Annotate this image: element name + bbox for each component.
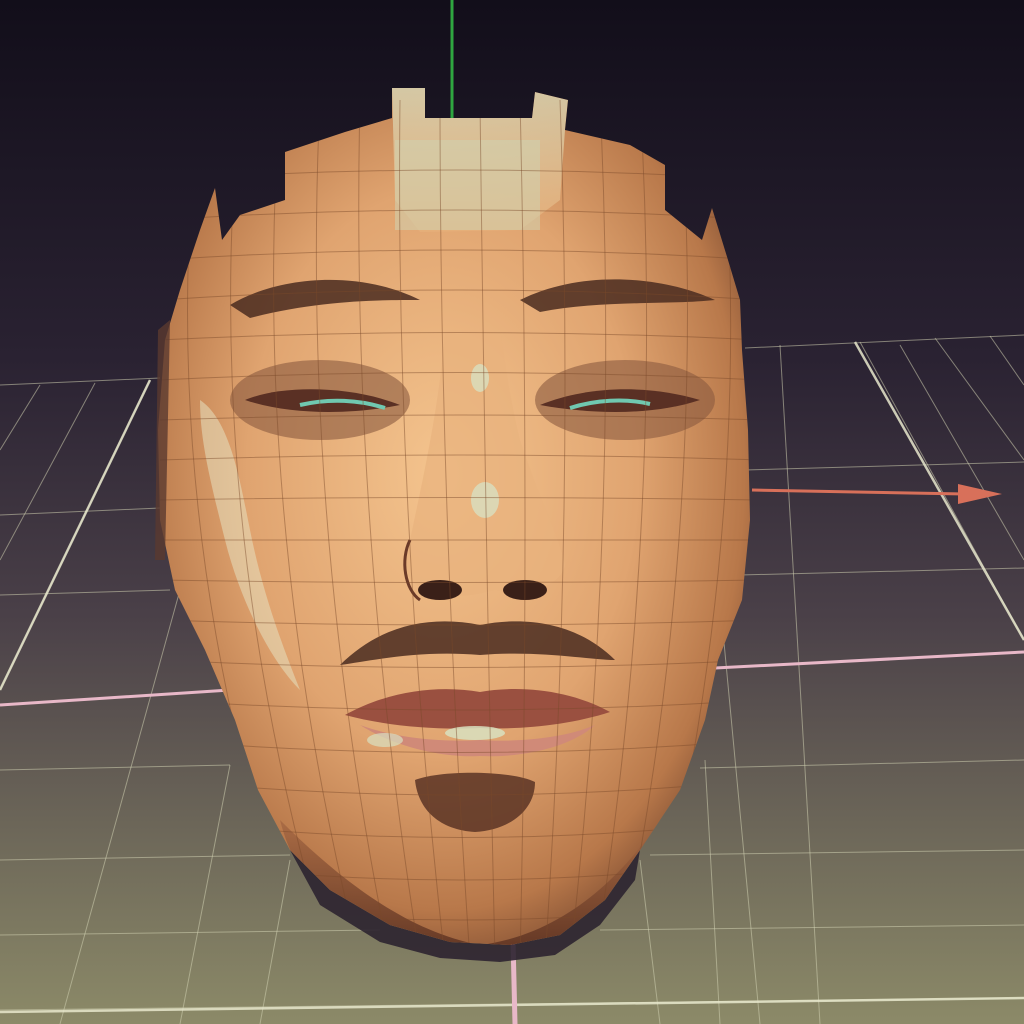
viewport-canvas[interactable] xyxy=(0,0,1024,1024)
3d-viewport[interactable] xyxy=(0,0,1024,1024)
